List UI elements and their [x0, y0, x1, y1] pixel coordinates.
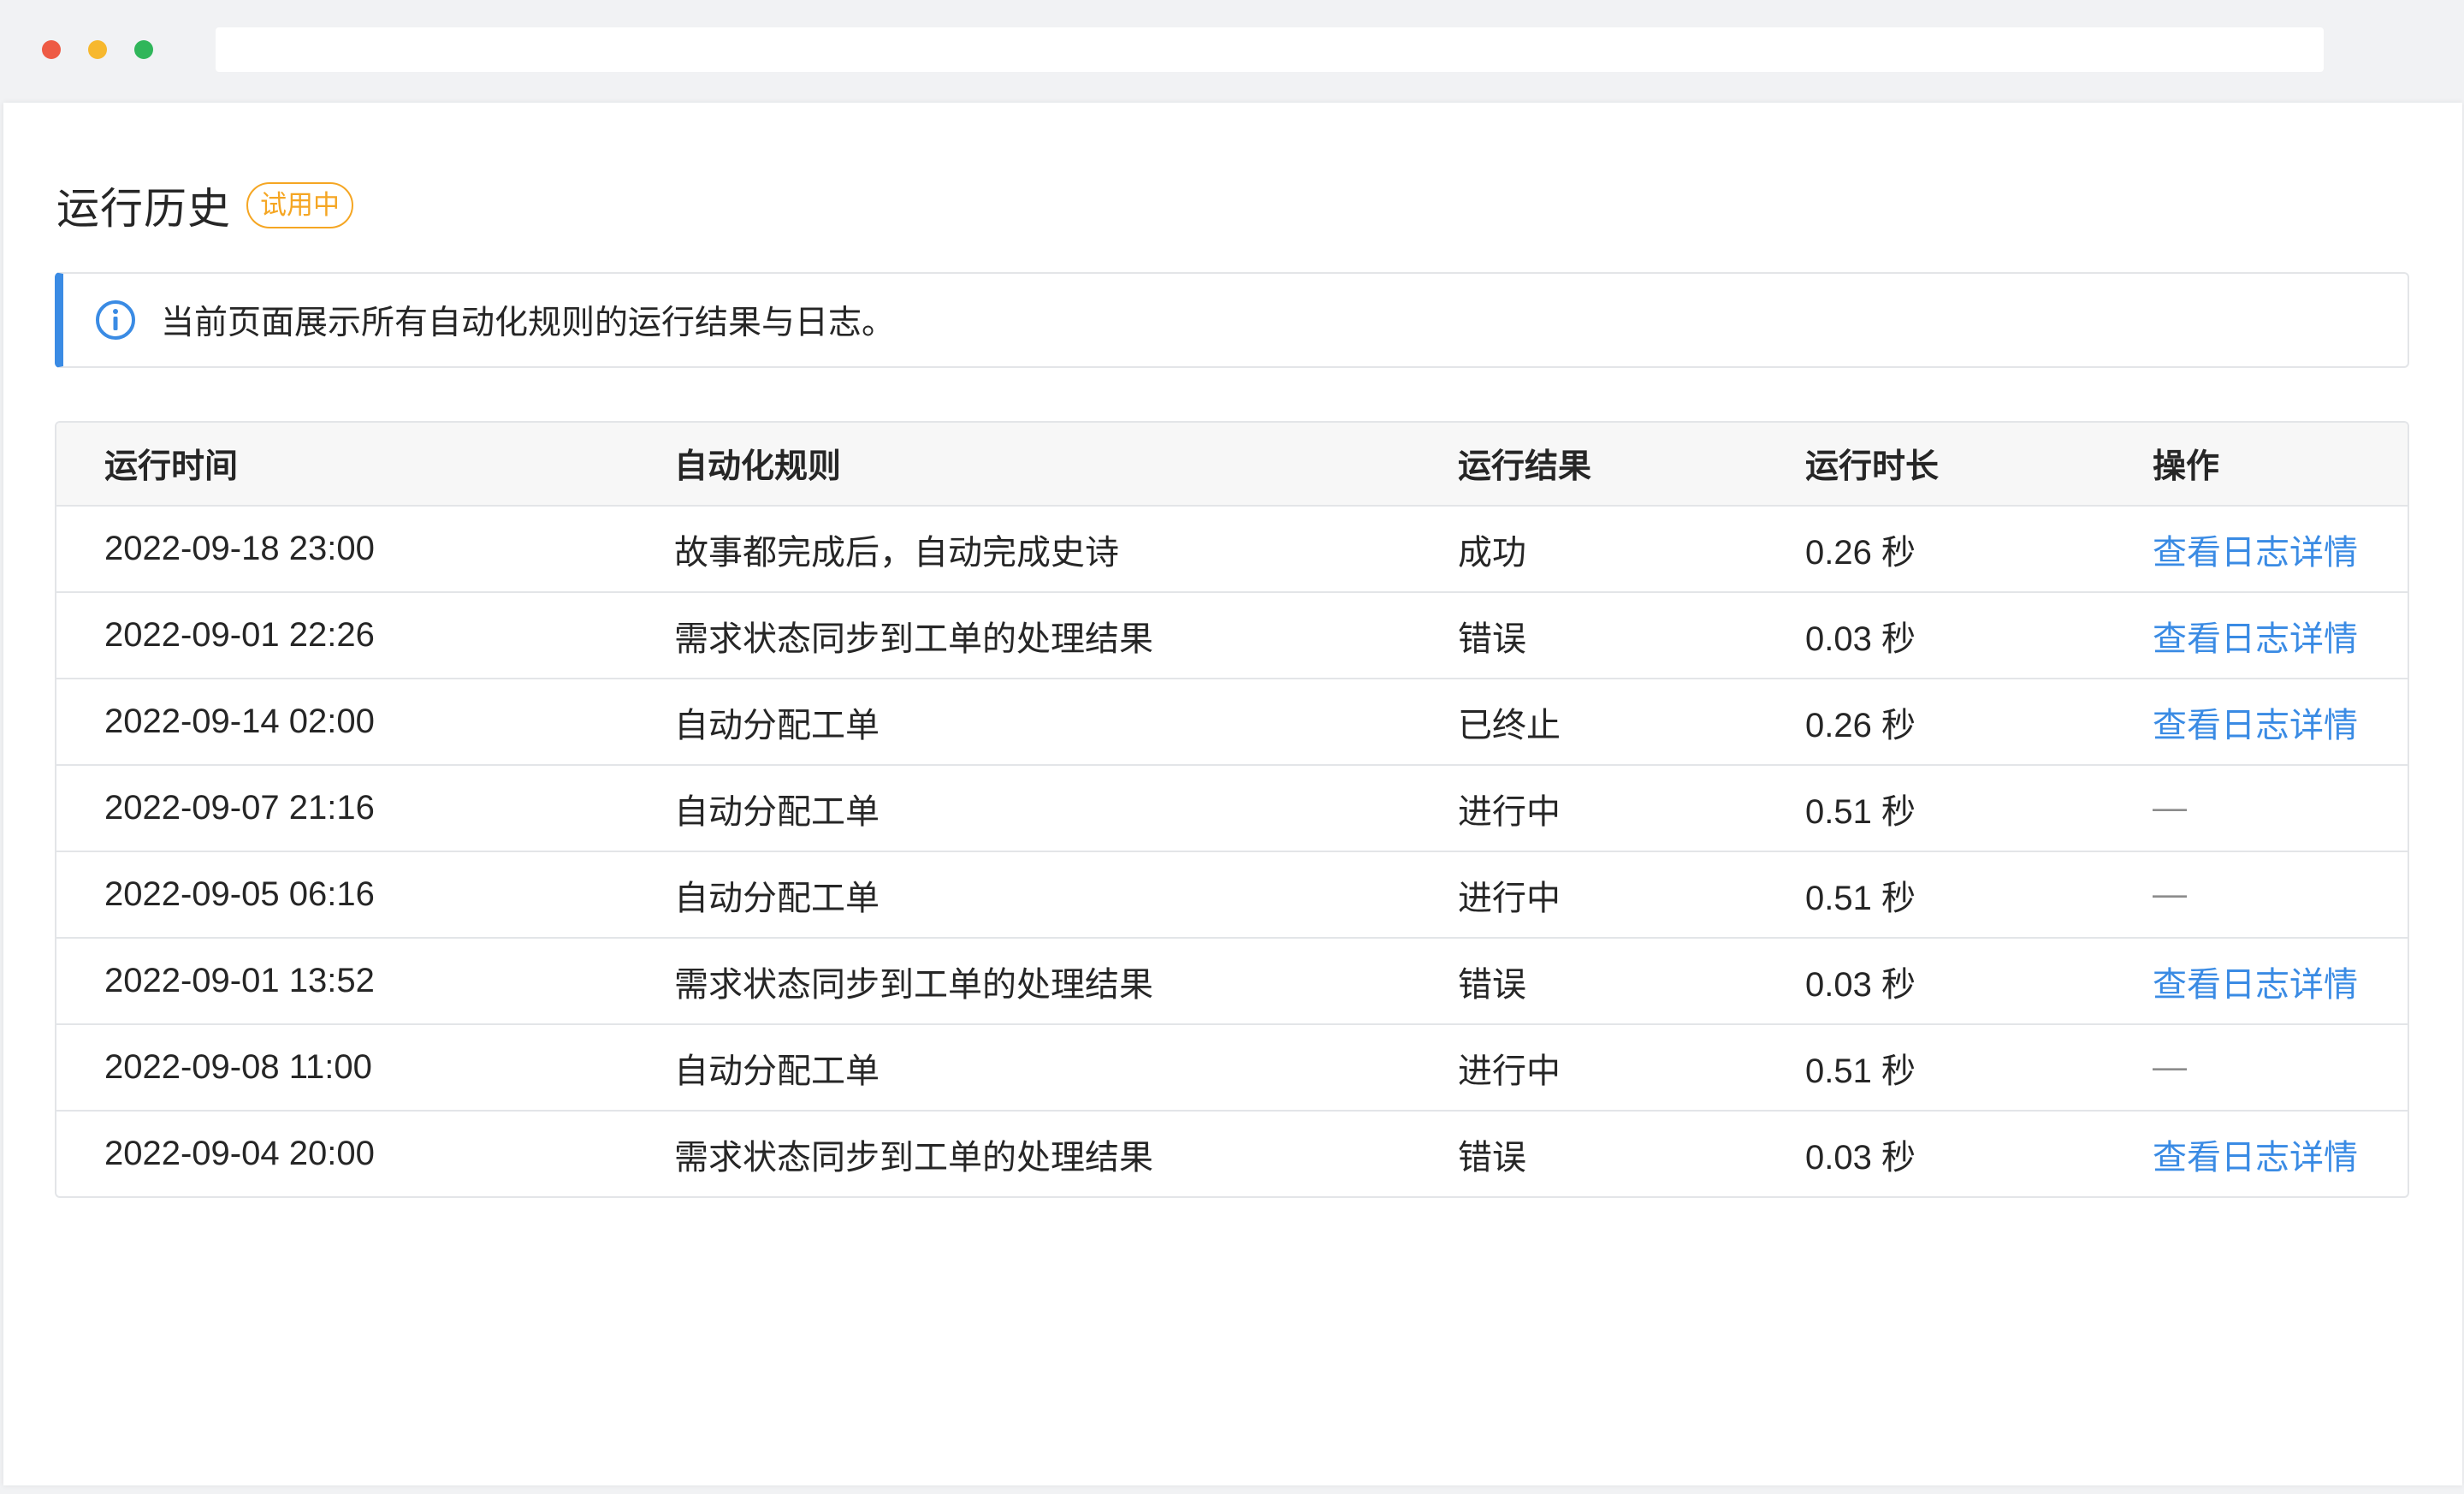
column-header-action: 操作 — [2105, 423, 2408, 507]
table-header-row: 运行时间 自动化规则 运行结果 运行时长 操作 — [56, 423, 2408, 507]
page-content: 运行历史 试用中 当前页面展示所有自动化规则的运行结果与日志。 运行时间 自动化… — [3, 103, 2462, 1485]
cell-result: 错误 — [1410, 938, 1757, 1025]
cell-rule: 自动分配工单 — [626, 851, 1410, 939]
cell-rule: 需求状态同步到工单的处理结果 — [626, 592, 1410, 679]
info-alert: 当前页面展示所有自动化规则的运行结果与日志。 — [55, 272, 2409, 368]
info-icon — [96, 300, 135, 340]
minimize-window-button[interactable] — [88, 40, 107, 59]
page-header: 运行历史 试用中 — [56, 161, 353, 250]
cell-rule: 故事都完成后，自动完成史诗 — [626, 506, 1410, 593]
cell-action: 查看日志详情 — [2105, 592, 2408, 679]
cell-duration: 0.03 秒 — [1757, 592, 2105, 679]
cell-run-time: 2022-09-08 11:00 — [56, 1024, 626, 1112]
view-log-details-link[interactable]: 查看日志详情 — [2153, 707, 2358, 744]
no-action-placeholder: — — [2153, 875, 2187, 913]
run-history-table: 运行时间 自动化规则 运行结果 运行时长 操作 2022-09-18 23:00… — [55, 421, 2409, 1198]
cell-duration: 0.03 秒 — [1757, 938, 2105, 1025]
maximize-window-button[interactable] — [134, 40, 153, 59]
cell-result: 进行中 — [1410, 765, 1757, 852]
view-log-details-link[interactable]: 查看日志详情 — [2153, 966, 2358, 1004]
browser-titlebar — [0, 0, 2464, 99]
cell-result: 进行中 — [1410, 851, 1757, 939]
cell-run-time: 2022-09-18 23:00 — [56, 506, 626, 593]
page-title: 运行历史 — [56, 185, 231, 233]
view-log-details-link[interactable]: 查看日志详情 — [2153, 534, 2358, 572]
no-action-placeholder: — — [2153, 789, 2187, 827]
cell-action: — — [2105, 765, 2408, 852]
cell-action: 查看日志详情 — [2105, 1111, 2408, 1196]
table-row: 2022-09-18 23:00 故事都完成后，自动完成史诗 成功 0.26 秒… — [56, 506, 2408, 593]
cell-result: 成功 — [1410, 506, 1757, 593]
table-row: 2022-09-01 22:26 需求状态同步到工单的处理结果 错误 0.03 … — [56, 592, 2408, 679]
cell-duration: 0.51 秒 — [1757, 765, 2105, 852]
cell-rule: 需求状态同步到工单的处理结果 — [674, 1138, 1153, 1177]
column-header-duration: 运行时长 — [1757, 423, 2105, 507]
cell-run-time: 2022-09-14 02:00 — [56, 679, 626, 766]
view-log-details-link[interactable]: 查看日志详情 — [2153, 620, 2358, 658]
cell-result: 已终止 — [1410, 679, 1757, 766]
column-header-result: 运行结果 — [1410, 423, 1757, 507]
table-row: 2022-09-07 21:16 自动分配工单 进行中 0.51 秒 — — [56, 765, 2408, 852]
column-header-rule: 自动化规则 — [626, 423, 1410, 507]
table-row: 2022-09-04 20:00 需求状态同步到工单的处理结果 错误 0.03 … — [56, 1111, 2408, 1196]
cell-duration: 0.03 秒 — [1805, 1138, 1916, 1177]
cell-run-time: 2022-09-01 13:52 — [56, 938, 626, 1025]
view-log-details-link[interactable]: 查看日志详情 — [2153, 1139, 2358, 1177]
address-bar[interactable] — [216, 27, 2324, 72]
cell-result: 进行中 — [1410, 1024, 1757, 1112]
cell-run-time: 2022-09-01 22:26 — [56, 592, 626, 679]
cell-duration: 0.26 秒 — [1757, 679, 2105, 766]
trial-status-badge: 试用中 — [246, 182, 353, 228]
cell-action: 查看日志详情 — [2105, 938, 2408, 1025]
table-row: 2022-09-08 11:00 自动分配工单 进行中 0.51 秒 — — [56, 1024, 2408, 1112]
cell-result: 错误 — [1410, 592, 1757, 679]
cell-duration: 0.26 秒 — [1757, 506, 2105, 593]
cell-run-time: 2022-09-05 06:16 — [56, 851, 626, 939]
cell-duration: 0.51 秒 — [1757, 1024, 2105, 1112]
cell-rule: 需求状态同步到工单的处理结果 — [626, 938, 1410, 1025]
table-row: 2022-09-14 02:00 自动分配工单 已终止 0.26 秒 查看日志详… — [56, 679, 2408, 766]
cell-rule: 自动分配工单 — [626, 1024, 1410, 1112]
cell-duration: 0.51 秒 — [1757, 851, 2105, 939]
info-alert-text: 当前页面展示所有自动化规则的运行结果与日志。 — [161, 305, 896, 341]
no-action-placeholder: — — [2153, 1048, 2187, 1086]
cell-rule: 自动分配工单 — [626, 679, 1410, 766]
cell-action: 查看日志详情 — [2105, 506, 2408, 593]
close-window-button[interactable] — [42, 40, 61, 59]
table-row: 2022-09-05 06:16 自动分配工单 进行中 0.51 秒 — — [56, 851, 2408, 939]
cell-run-time: 2022-09-04 20:00 — [104, 1135, 375, 1172]
cell-action: 查看日志详情 — [2105, 679, 2408, 766]
cell-run-time: 2022-09-07 21:16 — [56, 765, 626, 852]
column-header-run-time: 运行时间 — [56, 423, 626, 507]
cell-action: — — [2105, 1024, 2408, 1112]
cell-action: — — [2105, 851, 2408, 939]
cell-rule: 自动分配工单 — [626, 765, 1410, 852]
table-row: 2022-09-01 13:52 需求状态同步到工单的处理结果 错误 0.03 … — [56, 938, 2408, 1025]
cell-result: 错误 — [1458, 1138, 1526, 1177]
